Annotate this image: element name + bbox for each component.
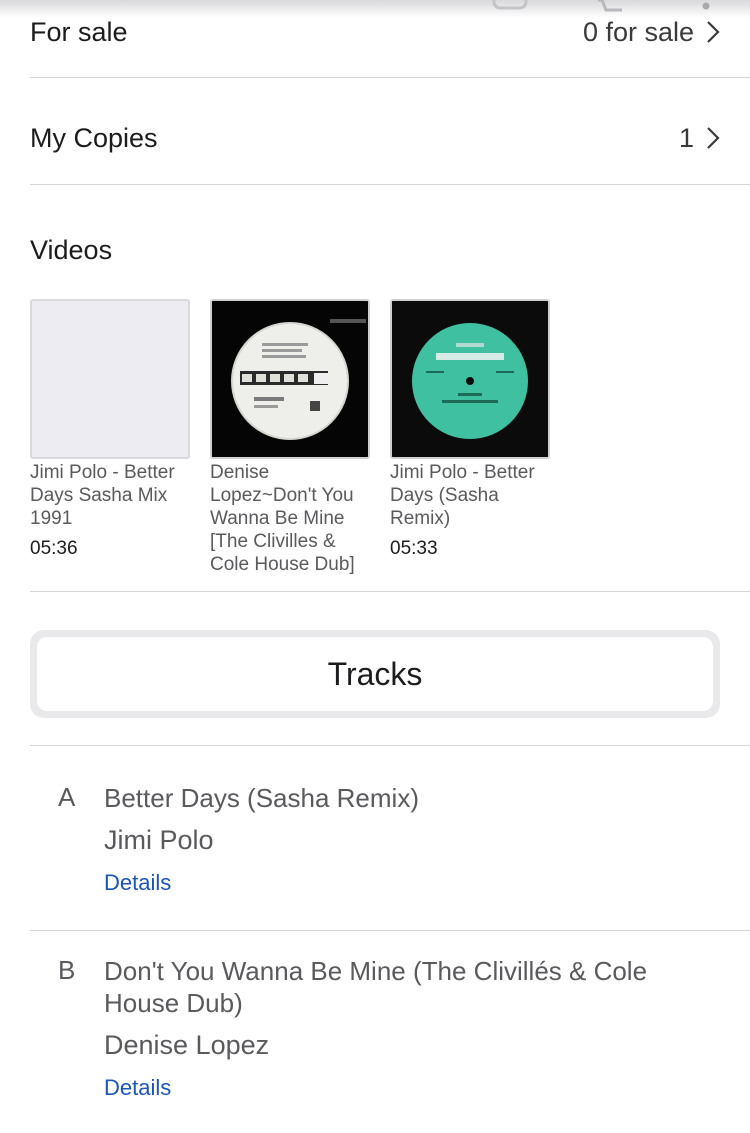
video-thumbnail[interactable]: [210, 299, 370, 459]
video-title: Denise Lopez~Don't You Wanna Be Mine [Th…: [210, 462, 355, 575]
back-icon[interactable]: [34, 0, 56, 8]
video-item[interactable]: Jimi Polo - Better Days (Sasha Remix) 05…: [390, 299, 550, 576]
divider: [30, 745, 750, 746]
top-nav-fade: [0, 0, 750, 18]
for-sale-label: For sale: [30, 16, 128, 47]
more-icon[interactable]: [700, 0, 712, 10]
divider: [30, 184, 750, 185]
release-page: For sale 0 for sale My Copies 1 Videos J…: [0, 0, 750, 1133]
track-artist[interactable]: Denise Lopez: [104, 1030, 664, 1061]
chevron-right-icon: [707, 127, 720, 149]
track-details-link[interactable]: Details: [104, 1075, 171, 1101]
videos-list: Jimi Polo - Better Days Sasha Mix 1991 0…: [30, 299, 550, 576]
video-title: Jimi Polo - Better Days Sasha Mix 1991: [30, 462, 175, 529]
chevron-right-icon: [707, 21, 720, 43]
tracks-segment: Tracks: [30, 630, 720, 718]
cart-icon[interactable]: [596, 0, 626, 14]
video-item[interactable]: Jimi Polo - Better Days Sasha Mix 1991 0…: [30, 299, 190, 576]
video-title: Jimi Polo - Better Days (Sasha Remix): [390, 462, 535, 529]
my-copies-row[interactable]: My Copies 1: [30, 118, 750, 158]
for-sale-row[interactable]: For sale 0 for sale: [30, 12, 750, 52]
divider: [30, 930, 750, 931]
track-details-link[interactable]: Details: [104, 870, 171, 896]
videos-heading: Videos: [30, 235, 113, 265]
video-duration: 05:36: [30, 538, 78, 559]
track-artist[interactable]: Jimi Polo: [104, 825, 664, 856]
video-thumbnail[interactable]: [390, 299, 550, 459]
my-copies-count: 1: [678, 122, 694, 153]
track-title: Better Days (Sasha Remix): [104, 783, 419, 813]
vinyl-record-icon: [392, 301, 548, 457]
track-position: A: [58, 782, 76, 812]
share-icon[interactable]: [492, 0, 528, 12]
vinyl-record-icon: [212, 301, 368, 457]
track-position: B: [58, 955, 76, 985]
divider: [30, 77, 750, 78]
divider: [30, 591, 750, 592]
video-thumbnail-placeholder[interactable]: [30, 299, 190, 459]
video-item[interactable]: Denise Lopez~Don't You Wanna Be Mine [Th…: [210, 299, 370, 576]
tracks-button[interactable]: Tracks: [37, 637, 713, 711]
for-sale-value: 0 for sale: [582, 16, 694, 47]
video-duration: 05:33: [390, 538, 438, 559]
my-copies-label: My Copies: [30, 122, 158, 153]
track-title: Don't You Wanna Be Mine (The Clivillés &…: [104, 956, 648, 1018]
